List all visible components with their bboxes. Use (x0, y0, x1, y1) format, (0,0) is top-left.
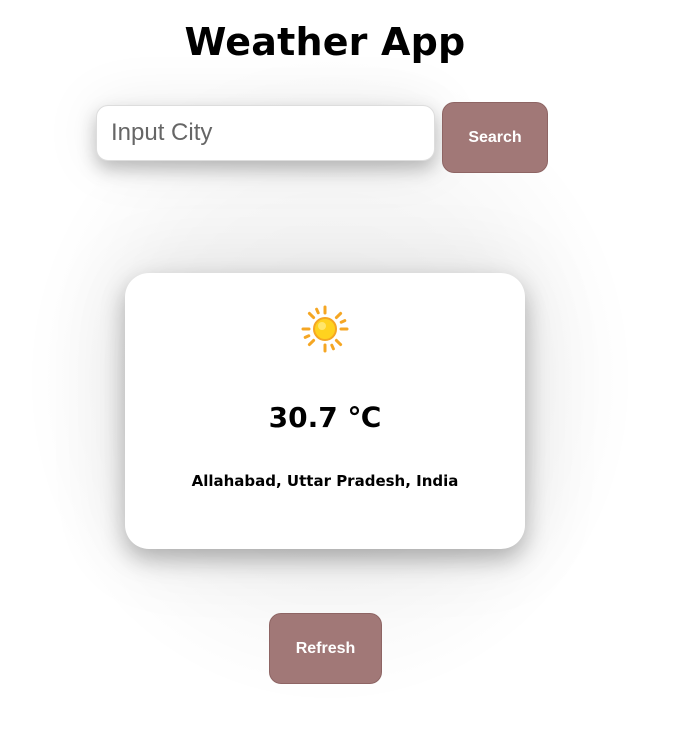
sun-icon (301, 305, 349, 353)
weather-card: 30.7 ℃ Allahabad, Uttar Pradesh, India (125, 273, 525, 549)
weather-app-page: Weather App Search 30.7 ℃ (0, 0, 674, 750)
page-title: Weather App (184, 20, 466, 64)
city-search-input[interactable] (96, 105, 435, 161)
refresh-button[interactable]: Refresh (269, 613, 382, 684)
search-bar: Search (96, 102, 556, 174)
location-label: Allahabad, Uttar Pradesh, India (191, 472, 459, 490)
temperature-value: 30.7 ℃ (268, 401, 382, 434)
search-button[interactable]: Search (442, 102, 548, 173)
